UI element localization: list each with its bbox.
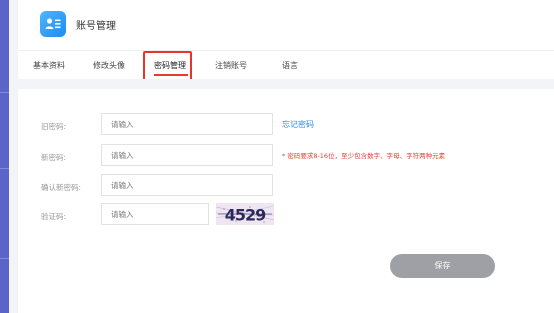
captcha-code: 4529 <box>225 206 266 225</box>
tab-deactivate-account[interactable]: 注销账号 <box>215 60 247 71</box>
old-password-input[interactable] <box>101 113 273 135</box>
confirm-password-label: 确认新密码: <box>41 183 82 192</box>
rail-divider <box>0 258 9 259</box>
confirm-password-input[interactable] <box>101 174 273 196</box>
user-card-icon <box>40 11 66 37</box>
password-requirement-hint: * 密码要求8-16位，至少包含数字、字母、字符两种元素 <box>282 152 446 160</box>
tab-bar: 基本资料 修改头像 密码管理 注销账号 语言 <box>18 50 554 87</box>
page-title: 账号管理 <box>76 21 116 32</box>
rail-divider <box>0 92 9 93</box>
captcha-image[interactable]: 4529 <box>216 203 274 225</box>
captcha-label: 验证码: <box>41 212 67 221</box>
rail-divider <box>0 168 9 169</box>
tab-basic-info[interactable]: 基本资料 <box>33 60 65 71</box>
captcha-input[interactable] <box>101 203 209 225</box>
new-password-label: 新密码: <box>41 153 67 162</box>
old-password-label: 旧密码: <box>41 122 67 131</box>
panel-header: 账号管理 <box>18 0 554 50</box>
save-button[interactable]: 保存 <box>390 254 495 278</box>
section-divider <box>18 79 554 89</box>
tab-language[interactable]: 语言 <box>282 60 298 71</box>
forgot-password-link[interactable]: 忘记密码 <box>282 119 314 130</box>
new-password-input[interactable] <box>101 144 273 166</box>
app-sidebar-rail <box>0 0 9 313</box>
tab-change-avatar[interactable]: 修改头像 <box>93 60 125 71</box>
account-panel: 账号管理 基本资料 修改头像 密码管理 注销账号 语言 旧密码: 忘记密码 新密… <box>18 0 554 313</box>
